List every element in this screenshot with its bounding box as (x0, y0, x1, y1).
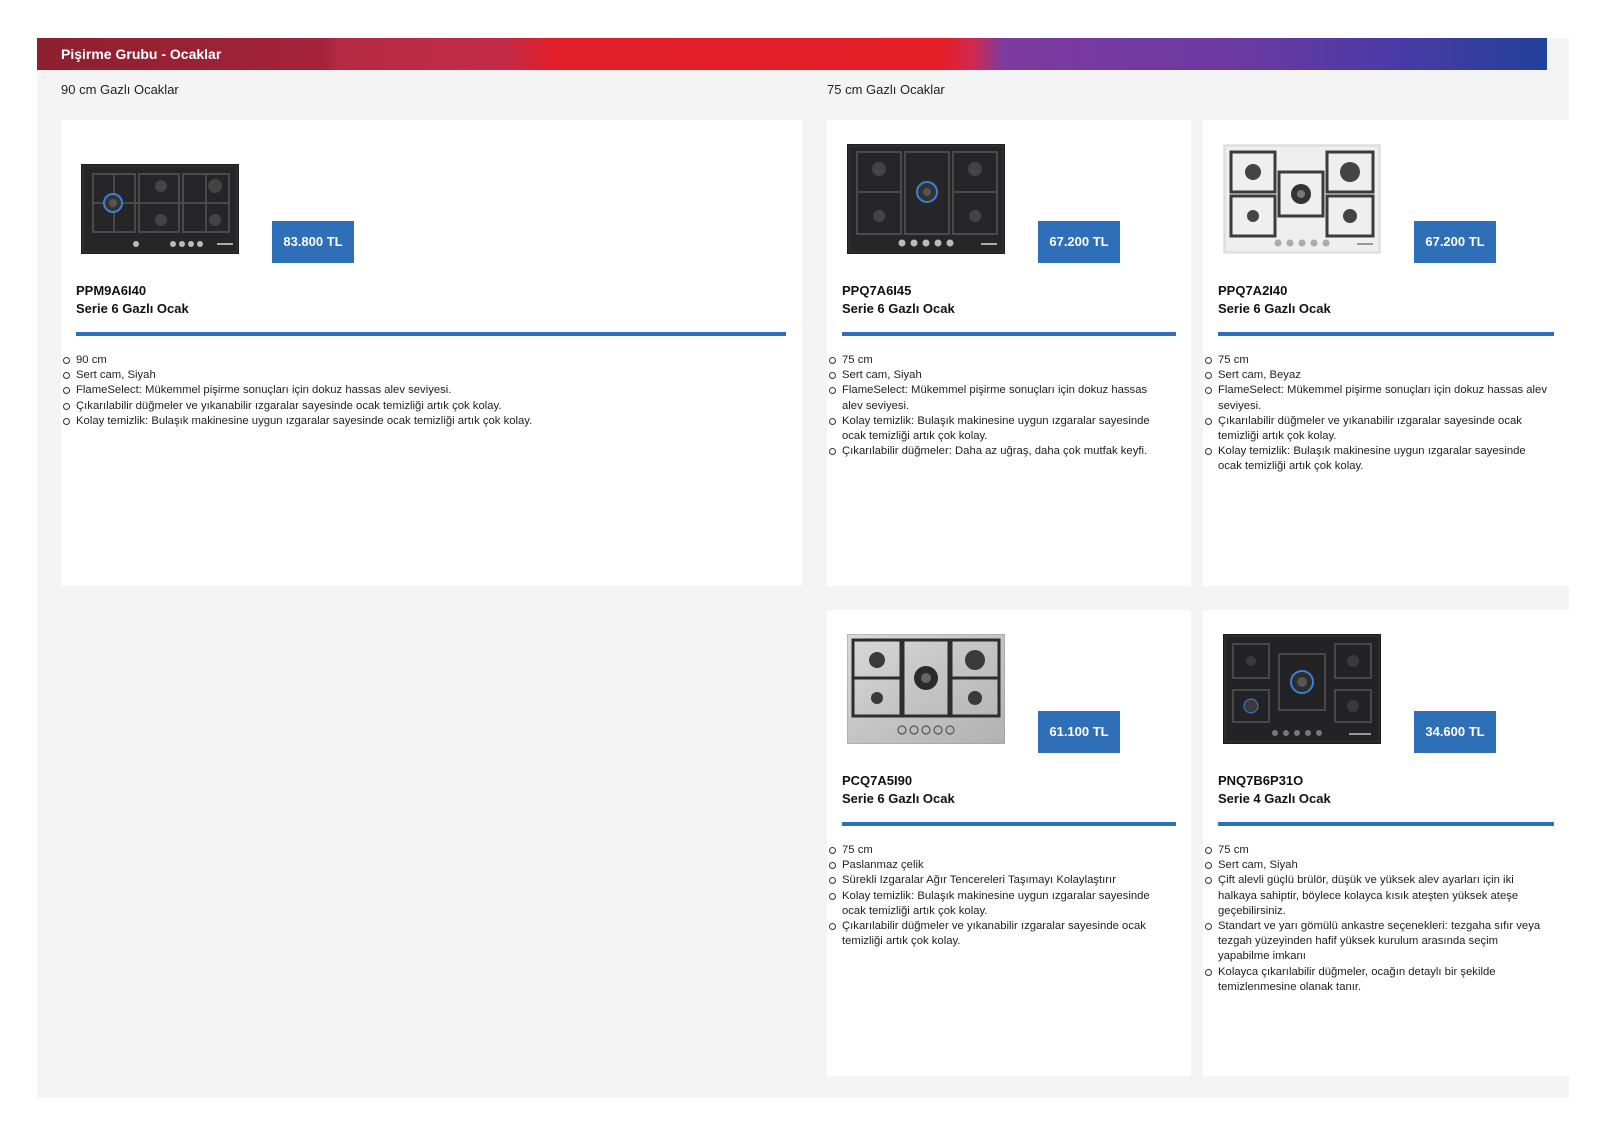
feature-item: Paslanmaz çelik (829, 858, 1162, 873)
product-card[interactable]: 67.200 TL PPQ7A2I40 Serie 6 Gazlı Ocak 7… (1203, 120, 1569, 586)
feature-item: Sert cam, Siyah (1205, 858, 1548, 873)
black-glass-gas-hob-icon (847, 144, 1005, 254)
feature-item: Kolayca çıkarılabilir düğmeler, ocağın d… (1205, 965, 1548, 995)
product-image (81, 154, 239, 254)
feature-item: FlameSelect: Mükemmel pişirme sonuçları … (1205, 383, 1548, 413)
product-image (847, 144, 1005, 254)
price-badge: 67.200 TL (1414, 221, 1496, 263)
product-image (1223, 634, 1381, 744)
divider (1218, 822, 1554, 826)
feature-list: 75 cm Sert cam, Beyaz FlameSelect: Mükem… (1205, 353, 1548, 475)
section-label-90cm: 90 cm Gazlı Ocaklar (61, 82, 179, 97)
feature-item: FlameSelect: Mükemmel pişirme sonuçları … (63, 383, 786, 398)
product-card[interactable]: 67.200 TL PPQ7A6I45 Serie 6 Gazlı Ocak 7… (827, 120, 1191, 586)
price-badge: 34.600 TL (1414, 711, 1496, 753)
product-image (847, 634, 1005, 744)
price-badge: 61.100 TL (1038, 711, 1120, 753)
feature-item: Sert cam, Siyah (829, 368, 1162, 383)
feature-item: 75 cm (1205, 843, 1548, 858)
feature-item: 75 cm (1205, 353, 1548, 368)
feature-item: 75 cm (829, 843, 1162, 858)
model-code: PCQ7A5I90 (842, 773, 913, 788)
product-card[interactable]: 61.100 TL PCQ7A5I90 Serie 6 Gazlı Ocak 7… (827, 610, 1191, 1076)
black-glass-gas-hob-icon (1223, 634, 1381, 744)
feature-item: Çıkarılabilir düğmeler ve yıkanabilir ız… (1205, 414, 1548, 444)
feature-item: Kolay temizlik: Bulaşık makinesine uygun… (1205, 444, 1548, 474)
model-code: PPQ7A2I40 (1218, 283, 1288, 298)
product-name: Serie 6 Gazlı Ocak (842, 791, 955, 806)
feature-item: Kolay temizlik: Bulaşık makinesine uygun… (829, 414, 1162, 444)
feature-item: Çıkarılabilir düğmeler: Daha az uğraş, d… (829, 444, 1162, 459)
header-title: Pişirme Grubu - Ocaklar (61, 46, 222, 62)
price-badge: 83.800 TL (272, 221, 354, 263)
price-badge: 67.200 TL (1038, 221, 1120, 263)
feature-list: 90 cm Sert cam, Siyah FlameSelect: Mükem… (63, 353, 786, 429)
feature-item: Kolay temizlik: Bulaşık makinesine uygun… (63, 414, 786, 429)
feature-list: 75 cm Sert cam, Siyah FlameSelect: Mükem… (829, 353, 1162, 459)
product-name: Serie 6 Gazlı Ocak (1218, 301, 1331, 316)
model-code: PPM9A6I40 (76, 283, 147, 298)
product-name: Serie 6 Gazlı Ocak (842, 301, 955, 316)
feature-item: Çıkarılabilir düğmeler ve yıkanabilir ız… (63, 399, 786, 414)
black-glass-gas-hob-icon (81, 164, 239, 254)
product-image (1223, 144, 1381, 254)
model-code: PPQ7A6I45 (842, 283, 912, 298)
product-card[interactable]: 83.800 TL PPM9A6I40 Serie 6 Gazlı Ocak 9… (61, 120, 802, 586)
product-name: Serie 6 Gazlı Ocak (76, 301, 189, 316)
white-glass-gas-hob-icon (1223, 144, 1381, 254)
feature-item: 75 cm (829, 353, 1162, 368)
feature-item: Sert cam, Siyah (63, 368, 786, 383)
product-card[interactable]: 34.600 TL PNQ7B6P31O Serie 4 Gazlı Ocak … (1203, 610, 1569, 1076)
section-label-75cm: 75 cm Gazlı Ocaklar (827, 82, 945, 97)
divider (842, 332, 1176, 336)
header-banner: Pişirme Grubu - Ocaklar (37, 38, 1547, 70)
feature-item: Çift alevli güçlü brülör, düşük ve yükse… (1205, 873, 1548, 919)
feature-item: Çıkarılabilir düğmeler ve yıkanabilir ız… (829, 919, 1162, 949)
model-code: PNQ7B6P31O (1218, 773, 1304, 788)
feature-item: Kolay temizlik: Bulaşık makinesine uygun… (829, 889, 1162, 919)
product-name: Serie 4 Gazlı Ocak (1218, 791, 1331, 806)
divider (842, 822, 1176, 826)
feature-list: 75 cm Sert cam, Siyah Çift alevli güçlü … (1205, 843, 1548, 995)
stainless-steel-gas-hob-icon (847, 634, 1005, 744)
feature-item: Standart ve yarı gömülü ankastre seçenek… (1205, 919, 1548, 965)
feature-item: 90 cm (63, 353, 786, 368)
feature-item: Sert cam, Beyaz (1205, 368, 1548, 383)
divider (76, 332, 786, 336)
divider (1218, 332, 1554, 336)
feature-list: 75 cm Paslanmaz çelik Sürekli Izgaralar … (829, 843, 1162, 949)
feature-item: Sürekli Izgaralar Ağır Tencereleri Taşım… (829, 873, 1162, 888)
feature-item: FlameSelect: Mükemmel pişirme sonuçları … (829, 383, 1162, 413)
